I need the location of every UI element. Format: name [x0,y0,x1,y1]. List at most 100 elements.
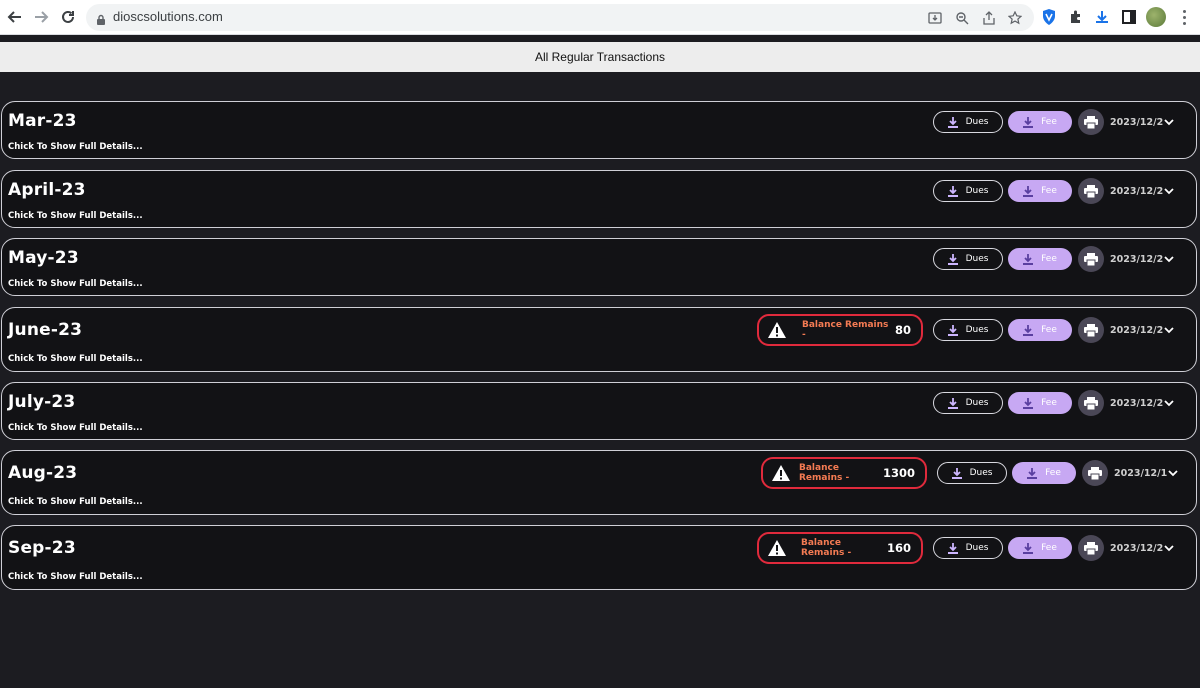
back-arrow-icon[interactable] [3,5,27,29]
show-details-link[interactable]: Chick To Show Full Details... [8,279,143,289]
browser-menu-icon[interactable] [1174,6,1194,28]
transaction-row[interactable]: June-23 Chick To Show Full Details... Ba… [1,307,1197,372]
download-icon [947,397,958,409]
transaction-date: 2023/12/2 [1110,185,1164,197]
month-label: June-23 [8,320,83,340]
page-title: All Regular Transactions [534,50,666,64]
dues-label: Dues [965,543,989,553]
fee-label: Fee [1041,543,1057,553]
chevron-down-icon[interactable] [1162,541,1176,555]
fee-label: Fee [1045,468,1061,478]
print-button[interactable] [1078,178,1104,204]
dues-label: Dues [969,468,993,478]
printer-icon [1084,184,1098,198]
print-button[interactable] [1082,460,1108,486]
chevron-down-icon[interactable] [1162,396,1176,410]
dues-download-button[interactable]: Dues [933,180,1003,202]
dues-download-button[interactable]: Dues [933,319,1003,341]
download-icon [1023,542,1034,554]
warning-triangle-icon [767,320,788,340]
chevron-down-icon[interactable] [1162,184,1176,198]
dues-label: Dues [965,254,989,264]
zoom-icon[interactable] [953,9,971,27]
balance-label: Balance Remains - [801,320,889,340]
fee-download-button[interactable]: Fee [1008,111,1072,133]
transaction-row[interactable]: Mar-23 Chick To Show Full Details... Due… [1,101,1197,159]
download-icon [947,116,958,128]
print-button[interactable] [1078,246,1104,272]
show-details-link[interactable]: Chick To Show Full Details... [8,354,143,364]
transaction-row[interactable]: Aug-23 Chick To Show Full Details... Bal… [1,450,1197,515]
balance-warning-badge: Balance Remains - 80 [757,314,923,346]
print-button[interactable] [1078,390,1104,416]
fee-download-button[interactable]: Fee [1008,319,1072,341]
dues-download-button[interactable]: Dues [933,248,1003,270]
fee-download-button[interactable]: Fee [1008,392,1072,414]
download-icon [947,542,958,554]
chevron-down-icon[interactable] [1162,115,1176,129]
profile-avatar[interactable] [1146,7,1166,27]
fee-label: Fee [1041,254,1057,264]
show-details-link[interactable]: Chick To Show Full Details... [8,497,143,507]
download-icon [1023,116,1034,128]
chevron-down-icon[interactable] [1166,466,1180,480]
transaction-date: 2023/12/2 [1110,324,1164,336]
transaction-date: 2023/12/2 [1110,253,1164,265]
month-label: Aug-23 [8,463,78,483]
print-button[interactable] [1078,535,1104,561]
fee-label: Fee [1041,117,1057,127]
chevron-down-icon[interactable] [1162,323,1176,337]
page-header: All Regular Transactions [0,42,1200,72]
show-details-link[interactable]: Chick To Show Full Details... [8,572,143,582]
bookmark-star-icon[interactable] [1006,9,1024,27]
fee-download-button[interactable]: Fee [1008,537,1072,559]
printer-icon [1084,252,1098,266]
chevron-down-icon[interactable] [1162,252,1176,266]
printer-icon [1084,541,1098,555]
printer-icon [1088,466,1102,480]
dues-label: Dues [965,186,989,196]
dues-label: Dues [965,117,989,127]
install-app-icon[interactable] [926,9,944,27]
fee-download-button[interactable]: Fee [1008,248,1072,270]
balance-label: Balance Remains - [801,538,852,558]
shield-extension-icon[interactable] [1039,7,1059,27]
side-panel-icon[interactable] [1119,7,1139,27]
fee-label: Fee [1041,398,1057,408]
fee-download-button[interactable]: Fee [1008,180,1072,202]
dues-download-button[interactable]: Dues [933,392,1003,414]
show-details-link[interactable]: Chick To Show Full Details... [8,423,143,433]
download-icon [1023,397,1034,409]
balance-warning-badge: Balance Remains - 1300 [761,457,927,489]
reload-icon[interactable] [56,5,80,29]
transaction-date: 2023/12/2 [1110,116,1164,128]
download-icon [947,185,958,197]
extensions-puzzle-icon[interactable] [1066,7,1086,27]
fee-label: Fee [1041,325,1057,335]
print-button[interactable] [1078,109,1104,135]
url-text: dioscsolutions.com [113,9,223,24]
transaction-date: 2023/12/2 [1110,397,1164,409]
month-label: Sep-23 [8,538,76,558]
transaction-row[interactable]: Sep-23 Chick To Show Full Details... Bal… [1,525,1197,590]
month-label: Mar-23 [8,111,77,131]
dues-download-button[interactable]: Dues [937,462,1007,484]
dues-download-button[interactable]: Dues [933,537,1003,559]
download-icon[interactable] [1092,7,1112,27]
forward-arrow-icon[interactable] [29,5,53,29]
dues-download-button[interactable]: Dues [933,111,1003,133]
download-icon [1023,253,1034,265]
warning-triangle-icon [771,463,791,483]
transaction-row[interactable]: July-23 Chick To Show Full Details... Du… [1,382,1197,440]
print-button[interactable] [1078,317,1104,343]
transaction-date: 2023/12/2 [1110,542,1164,554]
transaction-row[interactable]: April-23 Chick To Show Full Details... D… [1,170,1197,228]
download-icon [1023,185,1034,197]
transaction-row[interactable]: May-23 Chick To Show Full Details... Due… [1,238,1197,296]
show-details-link[interactable]: Chick To Show Full Details... [8,211,143,221]
show-details-link[interactable]: Chick To Show Full Details... [8,142,143,152]
share-icon[interactable] [980,9,998,27]
fee-download-button[interactable]: Fee [1012,462,1076,484]
download-icon [1027,467,1038,479]
address-bar[interactable]: dioscsolutions.com [86,4,1034,31]
